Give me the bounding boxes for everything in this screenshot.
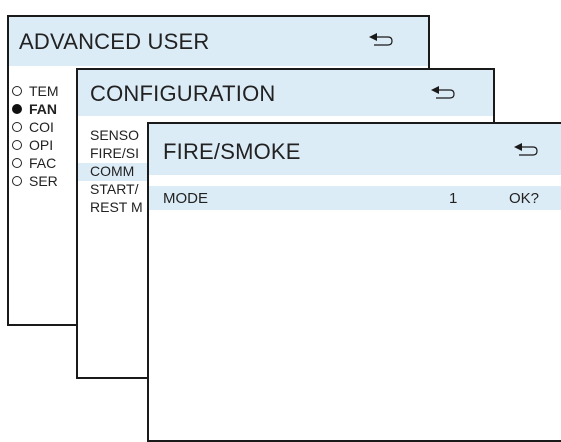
back-arrow-icon[interactable]	[509, 142, 539, 156]
mode-label: MODE	[163, 190, 208, 207]
fire-smoke-panel: FIRE/SMOKE MODE 1 OK?	[147, 122, 561, 442]
menu-item-label: FAN	[29, 101, 57, 117]
ok-confirm-button[interactable]: OK?	[509, 190, 539, 207]
radio-selected-icon	[12, 104, 22, 114]
radio-unselected-icon	[12, 176, 22, 186]
menu-item-label: SER	[29, 173, 58, 189]
radio-unselected-icon	[12, 86, 22, 96]
configuration-title: CONFIGURATION	[90, 81, 276, 106]
advanced-user-header: ADVANCED USER	[9, 17, 428, 66]
fire-smoke-title: FIRE/SMOKE	[163, 139, 301, 164]
menu-item-label: FAC	[29, 155, 57, 171]
mode-row[interactable]: MODE 1 OK?	[149, 186, 561, 210]
fire-smoke-header: FIRE/SMOKE	[149, 124, 561, 175]
radio-unselected-icon	[12, 140, 22, 150]
back-arrow-icon[interactable]	[426, 85, 456, 99]
advanced-user-title: ADVANCED USER	[19, 29, 210, 54]
menu-item-label: COI	[29, 119, 54, 135]
menu-item-label: TEM	[29, 83, 59, 99]
back-arrow-icon[interactable]	[364, 32, 394, 46]
configuration-header: CONFIGURATION	[78, 70, 493, 116]
radio-unselected-icon	[12, 122, 22, 132]
radio-unselected-icon	[12, 158, 22, 168]
menu-item-label: OPI	[29, 137, 54, 153]
mode-value[interactable]: 1	[449, 190, 457, 207]
